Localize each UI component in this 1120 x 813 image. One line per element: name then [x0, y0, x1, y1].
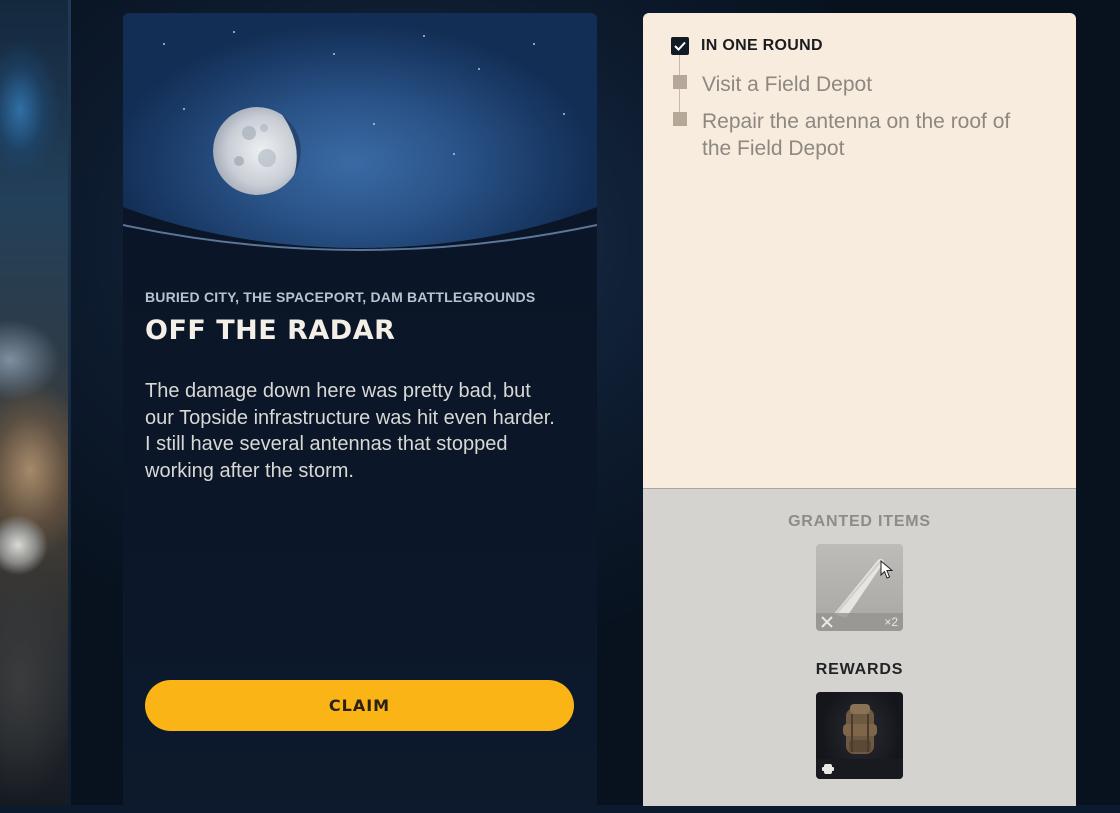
- granted-item-tile[interactable]: ×2: [816, 544, 903, 631]
- granted-items-label: GRANTED ITEMS: [788, 513, 931, 530]
- hero-rim: [123, 224, 597, 251]
- tools-icon: [821, 616, 833, 628]
- objective-item: Visit a Field Depot: [673, 71, 1042, 98]
- mission-locations: BURIED CITY, THE SPACEPORT, DAM BATTLEGR…: [145, 289, 536, 305]
- objective-group-header: IN ONE ROUND: [671, 37, 823, 55]
- mouse-cursor-icon: [880, 560, 894, 579]
- objective-item: Repair the antenna on the roof of the Fi…: [673, 108, 1042, 162]
- rewards-label: REWARDS: [815, 661, 904, 678]
- objective-bullet: [673, 75, 687, 89]
- rewards-panel: GRANTED ITEMS ×2 REWARDS: [643, 488, 1076, 806]
- background-environment: [0, 0, 70, 805]
- objective-bullet: [673, 112, 687, 126]
- checkmark-icon: [674, 41, 686, 51]
- objective-text: Visit a Field Depot: [702, 73, 873, 96]
- backpack-small-icon: [822, 764, 834, 774]
- mission-description: The damage down here was pretty bad, but…: [145, 380, 555, 482]
- item-quantity: ×2: [884, 615, 898, 629]
- mission-title: OFF THE RADAR: [145, 315, 396, 346]
- reward-item-tile[interactable]: [816, 692, 903, 779]
- objective-text: Repair the antenna on the roof of the Fi…: [702, 110, 1011, 160]
- claim-button[interactable]: CLAIM: [145, 680, 574, 731]
- objectives-panel: IN ONE ROUND Visit a Field Depot Repair …: [643, 13, 1076, 488]
- mission-card: BURIED CITY, THE SPACEPORT, DAM BATTLEGR…: [123, 13, 597, 813]
- objective-group-label: IN ONE ROUND: [701, 37, 823, 54]
- objective-checkbox: [671, 37, 689, 55]
